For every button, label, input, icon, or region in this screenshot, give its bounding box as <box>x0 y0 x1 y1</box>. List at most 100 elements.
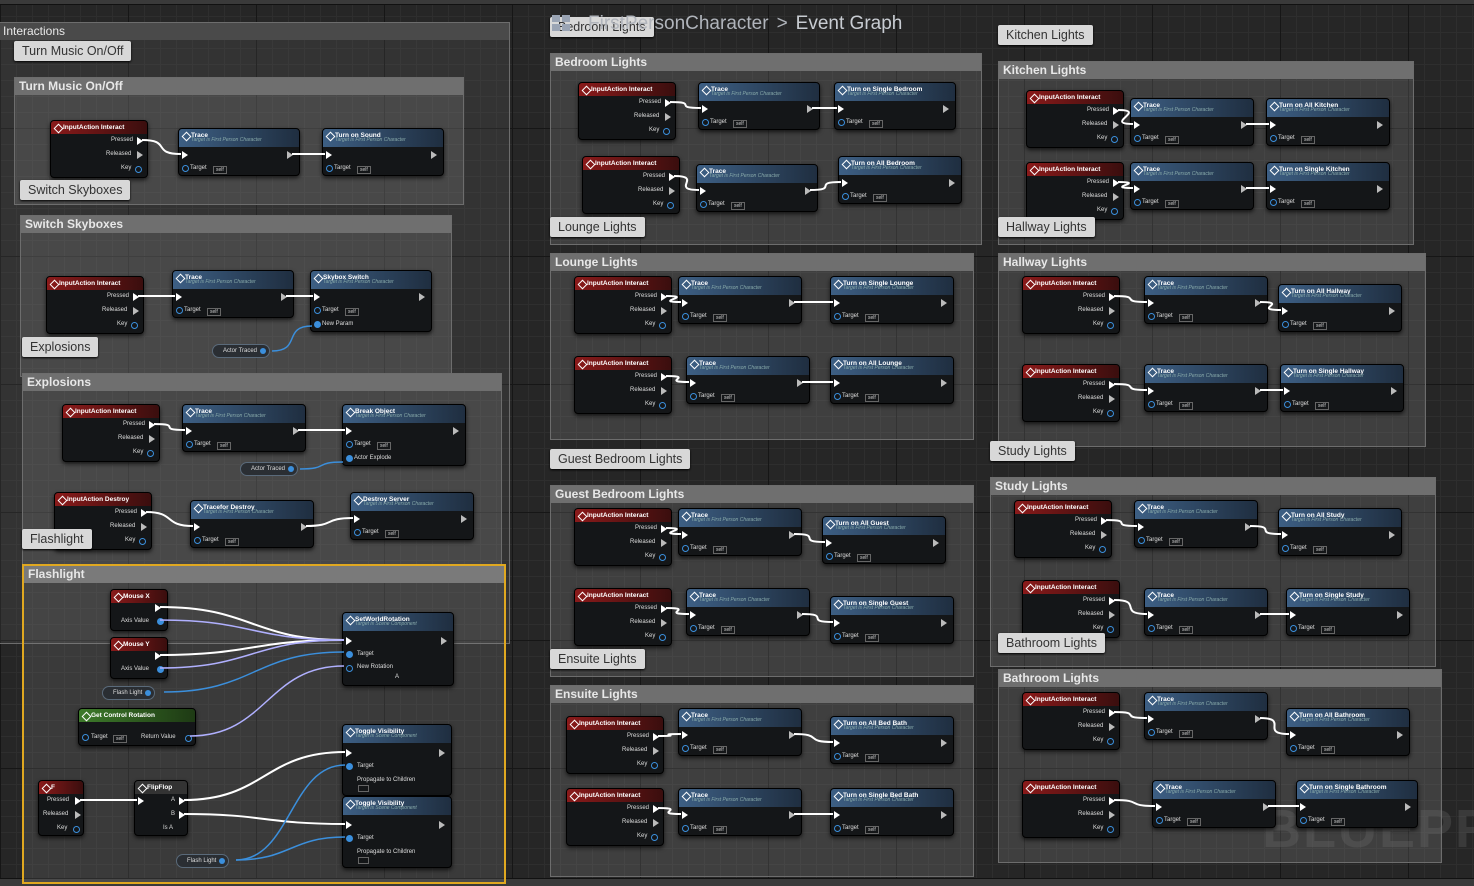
exec-out-pin[interactable] <box>661 539 667 547</box>
self-value[interactable]: self <box>1313 546 1327 554</box>
input-action-node[interactable]: InputAction Interact Pressed Released Key <box>1022 276 1120 334</box>
exec-out-pin[interactable] <box>441 637 447 645</box>
self-value[interactable]: self <box>1321 626 1335 634</box>
comment-bubble-guest[interactable]: Guest Bedroom Lights <box>550 449 691 469</box>
exec-in-pin[interactable] <box>682 531 688 539</box>
function-node[interactable]: Turn on Single Kitchen Target is First Pe… <box>1266 162 1390 210</box>
rotation-pin[interactable] <box>346 665 353 672</box>
breadcrumb-graph[interactable]: Event Graph <box>796 13 903 35</box>
exec-out-pin[interactable] <box>1389 531 1395 539</box>
function-node[interactable]: Turn on Single Lounge Target is First Per… <box>830 276 954 324</box>
flipflop-node[interactable]: FlipFlop A B Is A <box>134 780 188 836</box>
exec-out-pin[interactable] <box>653 733 659 741</box>
target-pin[interactable] <box>1282 321 1289 328</box>
target-pin[interactable] <box>1156 817 1163 824</box>
exec-out-pin[interactable] <box>439 821 445 829</box>
function-node[interactable]: Turn on All Study Target is First Person … <box>1278 508 1402 556</box>
target-pin[interactable] <box>346 651 353 658</box>
exec-out-pin[interactable] <box>1113 121 1119 129</box>
comment-bubble-bath[interactable]: Bathroom Lights <box>998 633 1106 653</box>
exec-out-pin[interactable] <box>661 373 667 381</box>
input-action-node[interactable]: InputAction Interact Pressed Released Key <box>574 588 672 646</box>
target-pin[interactable] <box>182 165 189 172</box>
exec-out-pin[interactable] <box>419 293 425 301</box>
exec-out-pin[interactable] <box>1109 381 1115 389</box>
exec-in-pin[interactable] <box>834 811 840 819</box>
exec-in-pin[interactable] <box>1300 803 1306 811</box>
exec-out-pin[interactable] <box>1377 185 1383 193</box>
target-pin[interactable] <box>1148 401 1155 408</box>
target-pin[interactable] <box>834 393 841 400</box>
axis-value-pin[interactable] <box>157 666 164 673</box>
self-value[interactable]: self <box>1187 818 1201 826</box>
self-value[interactable]: self <box>1315 402 1329 410</box>
target-pin[interactable] <box>82 734 89 741</box>
actor-traced-variable[interactable]: Actor Traced <box>212 344 271 358</box>
exec-in-pin[interactable] <box>826 539 832 547</box>
exec-in-pin[interactable] <box>1270 121 1276 129</box>
function-node[interactable]: Trace Target is First Person Character Tar… <box>678 708 802 756</box>
exec-out-pin[interactable] <box>1101 531 1107 539</box>
exec-out-pin[interactable] <box>789 731 795 739</box>
function-node[interactable]: Trace Target is First Person Character Tar… <box>1130 98 1254 146</box>
target-pin[interactable] <box>354 529 361 536</box>
self-value[interactable]: self <box>721 394 735 402</box>
exec-out-pin[interactable] <box>661 387 667 395</box>
exec-in-pin[interactable] <box>1148 715 1154 723</box>
self-value[interactable]: self <box>1313 322 1327 330</box>
key-out-pin[interactable] <box>147 450 154 457</box>
exec-out-pin[interactable] <box>1245 523 1251 531</box>
key-out-pin[interactable] <box>659 322 666 329</box>
input-action-node[interactable]: InputAction Interact Pressed Released Key <box>1022 780 1120 838</box>
function-node[interactable]: Turn on All Hallway Target is First Perso… <box>1278 284 1402 332</box>
input-action-node[interactable]: InputAction Interact Pressed Released Key <box>578 82 676 140</box>
exec-out-pin[interactable] <box>653 819 659 827</box>
mouse-axis-node[interactable]: Mouse Y Axis Value <box>110 637 168 679</box>
breadcrumb-asset[interactable]: FirstPersonCharacter <box>588 13 769 35</box>
exec-out-pin[interactable] <box>661 525 667 533</box>
exec-in-pin[interactable] <box>1134 121 1140 129</box>
exec-in-pin[interactable] <box>834 299 840 307</box>
function-node[interactable]: Trace Target is First Person Character Tar… <box>1134 500 1258 548</box>
target-pin[interactable] <box>1284 401 1291 408</box>
function-node[interactable]: Trace Target is First Person Character Tar… <box>178 128 300 176</box>
key-out-pin[interactable] <box>1107 410 1114 417</box>
exec-out-pin[interactable] <box>1109 797 1115 805</box>
param-pin[interactable] <box>346 455 353 462</box>
input-action-node[interactable]: InputAction Interact Pressed Released Key <box>574 356 672 414</box>
self-value[interactable]: self <box>713 546 727 554</box>
exec-out-pin[interactable] <box>941 379 947 387</box>
exec-out-pin[interactable] <box>149 435 155 443</box>
comment-bubble-flash[interactable]: Flashlight <box>22 529 92 549</box>
exec-out-pin[interactable] <box>661 293 667 301</box>
input-action-node[interactable]: InputAction Interact Pressed Released Key <box>62 404 160 462</box>
exec-out-pin[interactable] <box>75 797 81 805</box>
target-pin[interactable] <box>834 633 841 640</box>
function-node[interactable]: Destroy Server Target is First Person Cha… <box>350 492 474 540</box>
self-value[interactable]: self <box>1179 626 1193 634</box>
exec-in-pin[interactable] <box>346 637 352 645</box>
actor-traced-variable[interactable]: Actor Traced <box>240 462 299 476</box>
key-out-pin[interactable] <box>131 322 138 329</box>
propagate-checkbox[interactable] <box>358 785 369 792</box>
target-pin[interactable] <box>1148 313 1155 320</box>
self-value[interactable]: self <box>217 442 231 450</box>
exec-out-pin[interactable] <box>941 299 947 307</box>
comment-bubble-ensuite[interactable]: Ensuite Lights <box>550 649 645 669</box>
exec-out-pin[interactable] <box>669 187 675 195</box>
exec-in-pin[interactable] <box>1290 611 1296 619</box>
self-value[interactable]: self <box>865 754 879 762</box>
function-node[interactable]: Trace Target is First Person Character Tar… <box>1152 780 1276 828</box>
exec-out-pin[interactable] <box>1377 121 1383 129</box>
target-pin[interactable] <box>682 825 689 832</box>
self-value[interactable]: self <box>213 166 227 174</box>
input-action-node[interactable]: InputAction Interact Pressed Released Key <box>46 276 144 334</box>
self-value[interactable]: self <box>713 746 727 754</box>
target-pin[interactable] <box>1134 135 1141 142</box>
exec-in-pin[interactable] <box>682 811 688 819</box>
function-node[interactable]: Trace Target is First Person Character Tar… <box>698 82 820 130</box>
key-out-pin[interactable] <box>659 634 666 641</box>
key-out-pin[interactable] <box>659 554 666 561</box>
function-node[interactable]: Turn on All Kitchen Target is First Perso… <box>1266 98 1390 146</box>
toggle-visibility-node[interactable]: Toggle Visibility Target is Scene Compone… <box>342 796 452 868</box>
